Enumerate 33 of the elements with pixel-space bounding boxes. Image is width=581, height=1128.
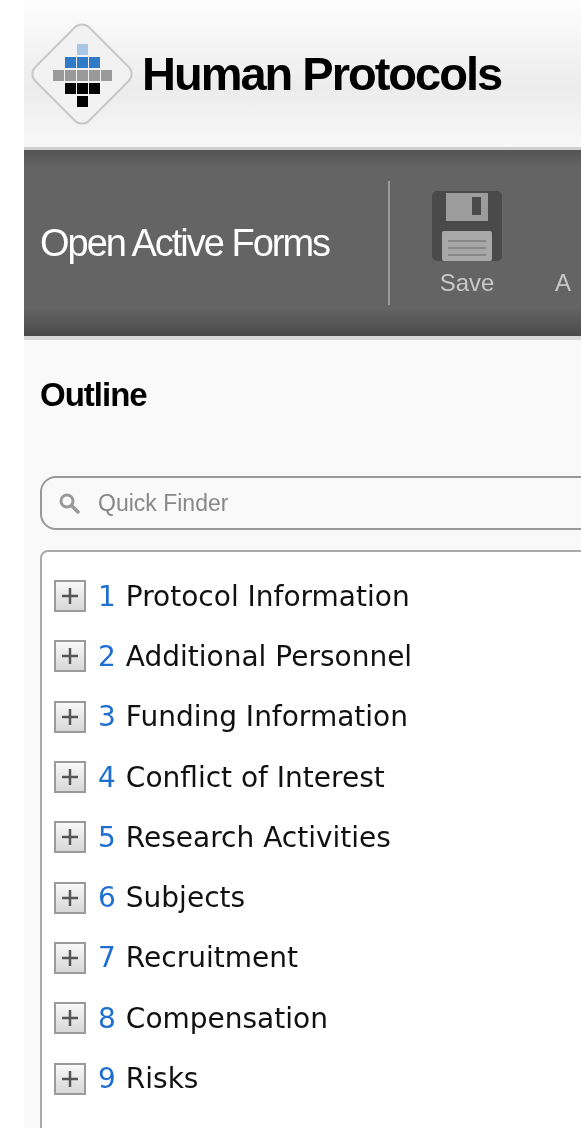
section-number: 1 <box>98 579 116 613</box>
section-number: 3 <box>98 700 116 734</box>
section-number: 2 <box>98 639 116 673</box>
toolbar-title: Open Active Forms <box>39 221 331 265</box>
section-number: 6 <box>98 881 116 915</box>
search-field[interactable]: Quick Finder <box>40 476 581 530</box>
expand-icon[interactable] <box>54 1062 86 1095</box>
section-link[interactable]: Research Activities <box>125 820 391 854</box>
toolbar-button[interactable]: A <box>504 189 581 297</box>
section-number: 5 <box>98 820 116 854</box>
section-link[interactable]: Compensation <box>125 1001 328 1035</box>
expand-icon[interactable] <box>54 1002 86 1035</box>
section-number: 9 <box>98 1062 116 1095</box>
expand-icon[interactable] <box>54 761 86 794</box>
section-link[interactable]: Conflict of Interest <box>125 760 385 794</box>
outline-heading: Outline <box>40 376 148 414</box>
section-link[interactable]: Risks <box>125 1062 199 1095</box>
expand-icon[interactable] <box>54 941 86 974</box>
section-number: 4 <box>98 760 116 794</box>
section-number: 8 <box>98 1001 116 1035</box>
section-link[interactable]: Protocol Information <box>125 579 410 613</box>
expand-icon[interactable] <box>54 821 86 854</box>
expand-icon[interactable] <box>54 640 86 673</box>
section-link[interactable]: Additional Personnel <box>125 639 413 673</box>
section-link[interactable]: Funding Information <box>125 700 408 734</box>
expand-icon[interactable] <box>54 580 86 613</box>
expand-icon[interactable] <box>54 700 86 733</box>
save-button[interactable]: Save <box>390 189 504 297</box>
expand-icon[interactable] <box>54 881 86 914</box>
section-number: 7 <box>98 941 116 975</box>
section-link[interactable]: Recruitment <box>125 941 298 975</box>
section-link[interactable]: Subjects <box>125 881 246 915</box>
app-title: Human Protocols <box>142 46 502 101</box>
